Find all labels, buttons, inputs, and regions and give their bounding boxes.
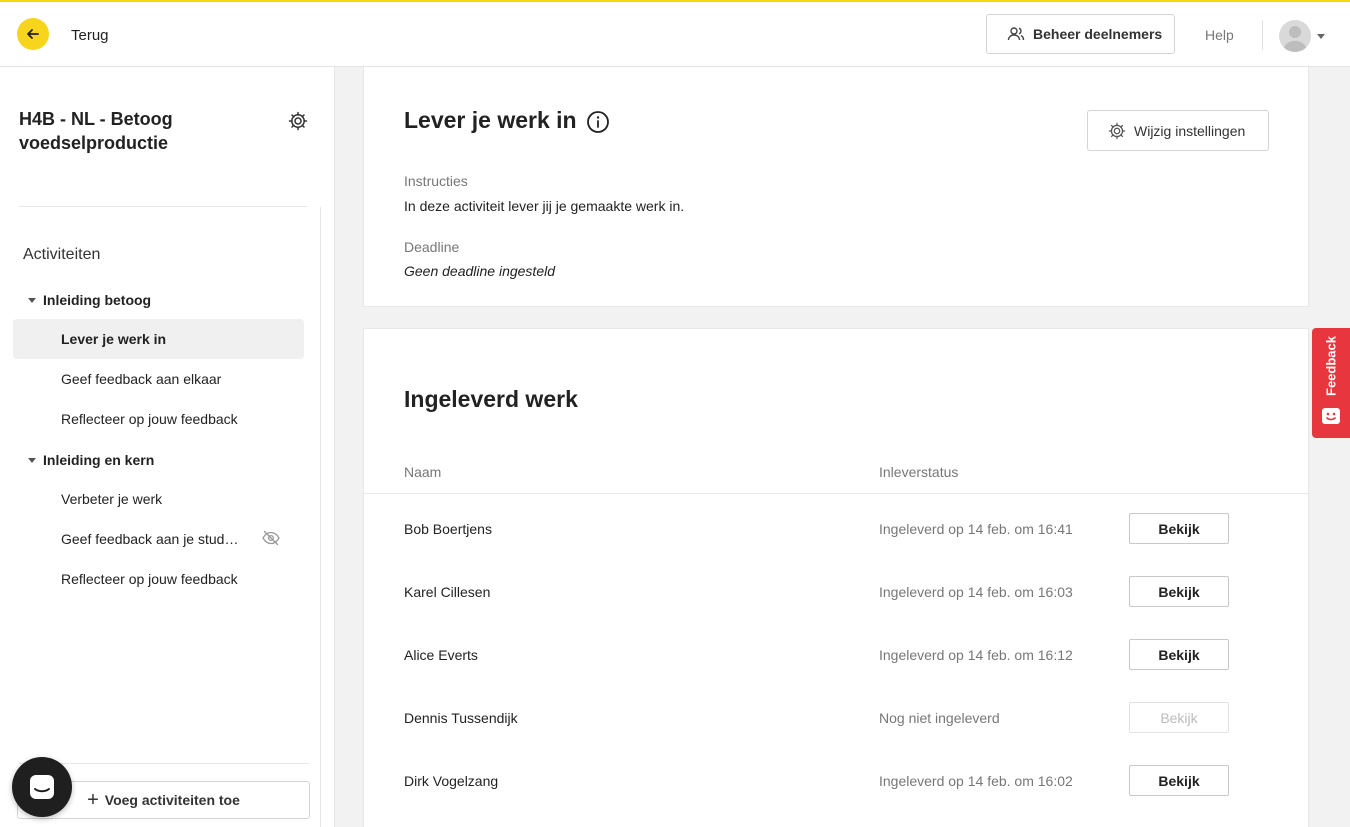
submission-status: Nog niet ingeleverd (879, 710, 1000, 726)
view-button[interactable]: Bekijk (1129, 513, 1229, 544)
smiley-icon (1322, 408, 1340, 424)
sidebar-item-verbeter-je-werk[interactable]: Verbeter je werk (13, 479, 304, 519)
chat-launcher-button[interactable] (12, 757, 72, 817)
submission-status: Ingeleverd op 14 feb. om 16:12 (879, 647, 1073, 663)
group-label: Inleiding betoog (43, 292, 152, 308)
activities-heading: Activiteiten (23, 246, 101, 263)
divider (19, 206, 307, 207)
eye-off-icon[interactable] (262, 530, 280, 546)
group-inleiding-en-kern[interactable]: Inleiding en kern (28, 452, 154, 468)
view-button-disabled: Bekijk (1129, 702, 1229, 733)
scroll-track (320, 207, 321, 827)
avatar[interactable] (1279, 20, 1311, 52)
table-row: Bob Boertjens Ingeleverd op 14 feb. om 1… (364, 499, 1310, 562)
student-name: Alice Everts (404, 647, 478, 663)
view-button[interactable]: Bekijk (1129, 639, 1229, 670)
student-name: Bob Boertjens (404, 521, 492, 537)
sidebar-item-label: Lever je werk in (61, 331, 167, 347)
submission-status: Ingeleverd op 14 feb. om 16:41 (879, 521, 1073, 537)
caret-down-icon (28, 457, 36, 463)
help-link[interactable]: Help (1205, 27, 1234, 43)
view-button[interactable]: Bekijk (1129, 765, 1229, 796)
back-button[interactable] (17, 18, 49, 50)
table-row: Karel Cillesen Ingeleverd op 14 feb. om … (364, 562, 1310, 625)
back-label[interactable]: Terug (71, 27, 109, 44)
feedback-tab[interactable]: Feedback (1312, 328, 1350, 438)
gear-icon[interactable] (288, 111, 308, 131)
chevron-down-icon[interactable] (1317, 34, 1325, 39)
section-title: Ingeleverd werk (404, 386, 578, 412)
arrow-left-icon (27, 29, 39, 39)
sidebar: H4B - NL - Betoog voedselproductie Activ… (0, 67, 335, 827)
sidebar-item-geef-feedback-studenten[interactable]: Geef feedback aan je stud… (13, 519, 304, 559)
table-row: Alice Everts Ingeleverd op 14 feb. om 16… (364, 625, 1310, 688)
submission-status: Ingeleverd op 14 feb. om 16:03 (879, 584, 1073, 600)
chat-icon (30, 775, 54, 799)
page-title: Lever je werk in (404, 107, 577, 133)
plus-icon: + (87, 789, 99, 811)
student-name: Karel Cillesen (404, 584, 491, 600)
caret-down-icon (28, 297, 36, 303)
sidebar-item-label: Reflecteer op jouw feedback (61, 411, 238, 427)
user-avatar-icon (1283, 26, 1307, 52)
table-row: Dirk Vogelzang Ingeleverd op 14 feb. om … (364, 751, 1310, 814)
deadline-label: Deadline (404, 239, 460, 255)
group-inleiding-betoog[interactable]: Inleiding betoog (28, 292, 151, 308)
instructions-label: Instructies (404, 173, 468, 189)
divider (364, 493, 1310, 494)
column-header-name: Naam (404, 464, 442, 480)
info-icon[interactable] (586, 110, 610, 134)
course-title: H4B - NL - Betoog voedselproductie (19, 109, 173, 153)
sidebar-item-reflecteer-2[interactable]: Reflecteer op jouw feedback (13, 559, 304, 599)
divider (1262, 20, 1263, 50)
users-icon (1007, 27, 1025, 41)
top-bar: Terug Beheer deelnemers Help (0, 0, 1350, 67)
sidebar-item-geef-feedback[interactable]: Geef feedback aan elkaar (13, 359, 304, 399)
submission-status: Ingeleverd op 14 feb. om 16:02 (879, 773, 1073, 789)
divider (19, 763, 309, 764)
submitted-work-card: Ingeleverd werk Naam Inleverstatus Bob B… (363, 328, 1310, 827)
sidebar-item-lever-je-werk-in[interactable]: Lever je werk in (13, 319, 304, 359)
sidebar-item-label: Geef feedback aan je stud… (61, 531, 239, 547)
edit-settings-button[interactable]: Wijzig instellingen (1087, 110, 1269, 151)
feedback-tab-label: Feedback (1323, 336, 1339, 396)
manage-participants-label: Beheer deelnemers (1033, 26, 1163, 42)
add-activities-label: Voeg activiteiten toe (104, 792, 240, 808)
view-button[interactable]: Bekijk (1129, 576, 1229, 607)
sidebar-item-label: Reflecteer op jouw feedback (61, 571, 238, 587)
student-name: Dennis Tussendijk (404, 710, 518, 726)
gear-icon (1108, 122, 1126, 139)
column-header-status: Inleverstatus (879, 464, 959, 480)
edit-settings-label: Wijzig instellingen (1134, 122, 1246, 139)
instructions-text: In deze activiteit lever jij je gemaakte… (404, 198, 685, 214)
group-label: Inleiding en kern (43, 452, 155, 468)
sidebar-item-label: Verbeter je werk (61, 491, 163, 507)
table-row: Dennis Tussendijk Nog niet ingeleverd Be… (364, 688, 1310, 751)
deadline-text: Geen deadline ingesteld (404, 263, 556, 279)
student-name: Dirk Vogelzang (404, 773, 499, 789)
activity-card: Lever je werk in Wijzig instellingen Ins… (363, 67, 1309, 307)
sidebar-item-label: Geef feedback aan elkaar (61, 371, 222, 387)
manage-participants-button[interactable]: Beheer deelnemers (986, 14, 1175, 54)
sidebar-item-reflecteer[interactable]: Reflecteer op jouw feedback (13, 399, 304, 439)
